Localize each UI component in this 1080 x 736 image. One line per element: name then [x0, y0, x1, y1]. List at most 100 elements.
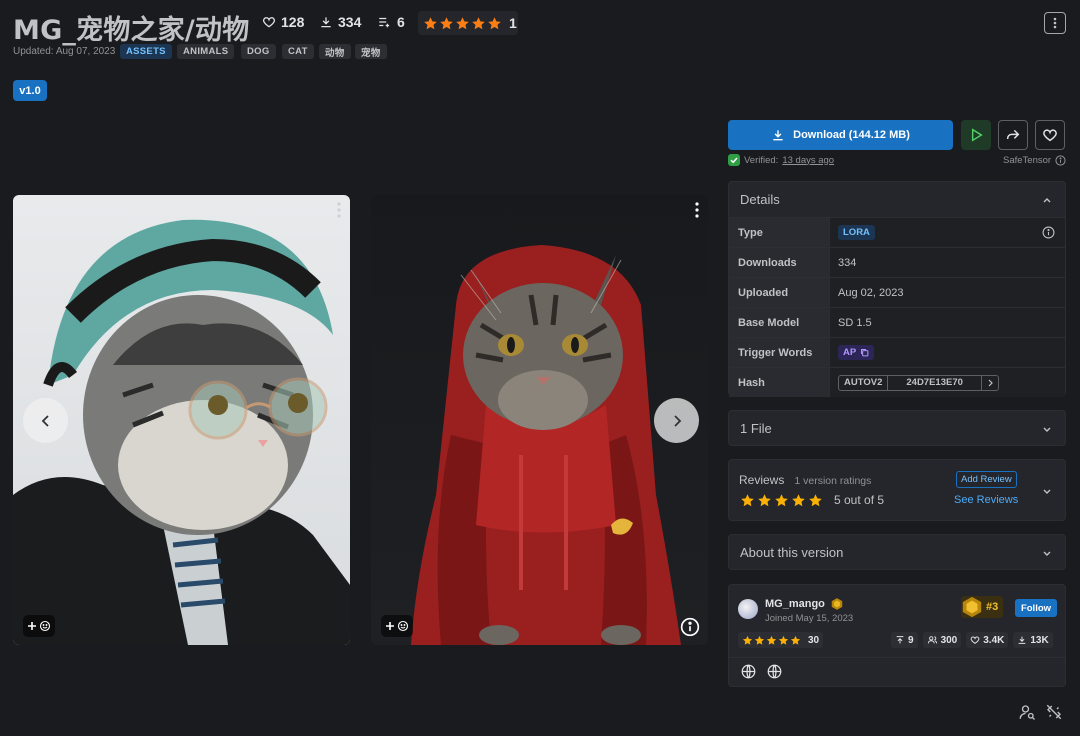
divider: [729, 657, 1065, 658]
files-title: 1 File: [740, 421, 772, 436]
reviews-subtitle: 1 version ratings: [794, 475, 872, 487]
creator-name[interactable]: MG_mango: [765, 598, 825, 610]
download-icon: [1017, 635, 1027, 645]
chevron-down-icon: [1041, 547, 1053, 559]
trigger-word-badge[interactable]: AP: [838, 345, 875, 360]
likes-stat[interactable]: 128: [262, 14, 304, 30]
rating-count: 1: [509, 15, 517, 31]
star-icon: [778, 635, 789, 646]
tag-animals[interactable]: ANIMALS: [177, 44, 235, 59]
creator-rank: #3: [961, 596, 1004, 618]
info-icon[interactable]: [1042, 226, 1055, 239]
about-title: About this version: [740, 545, 844, 560]
add-reaction-button[interactable]: [23, 615, 55, 637]
see-reviews-link[interactable]: See Reviews: [954, 494, 1018, 506]
user-search-icon[interactable]: [1018, 703, 1036, 721]
details-header[interactable]: Details: [729, 182, 1065, 217]
creator-joined: Joined May 15, 2023: [765, 613, 854, 624]
carousel-next-button[interactable]: [654, 398, 699, 443]
download-icon: [771, 128, 785, 142]
smile-icon: [39, 620, 51, 632]
share-button[interactable]: [998, 120, 1028, 150]
chevron-right-icon: [671, 414, 683, 428]
version-badge[interactable]: v1.0: [13, 80, 47, 101]
favorite-button[interactable]: [1035, 120, 1065, 150]
hash-box[interactable]: AUTOV2 24D7E13E70: [838, 374, 999, 391]
followers-count: 300: [940, 634, 958, 646]
plus-icon: [385, 621, 395, 631]
details-row-uploaded: Uploaded Aug 02, 2023: [729, 277, 1065, 307]
verified-status: Verified: 13 days ago: [728, 154, 834, 166]
star-icon: [740, 493, 755, 508]
carousel-prev-button[interactable]: [23, 398, 68, 443]
star-icon: [754, 635, 765, 646]
add-reaction-button[interactable]: [381, 615, 413, 637]
star-icon: [423, 16, 438, 31]
details-row-hash: Hash AUTOV2 24D7E13E70: [729, 367, 1065, 397]
star-icon: [455, 16, 470, 31]
page-title: MG_宠物之家/动物: [13, 15, 250, 46]
tag-cat[interactable]: CAT: [282, 44, 314, 59]
image-info-button[interactable]: [680, 617, 700, 637]
image-options-button[interactable]: [337, 202, 341, 218]
run-button[interactable]: [961, 120, 991, 150]
chevron-down-icon[interactable]: [1041, 485, 1053, 497]
verified-date-link[interactable]: 13 days ago: [782, 155, 834, 166]
files-panel[interactable]: 1 File: [728, 410, 1066, 446]
review-stars: [740, 493, 823, 508]
download-button[interactable]: Download (144.12 MB): [728, 120, 953, 150]
details-row-trigger-words: Trigger Words AP: [729, 337, 1065, 367]
safetensor-label: SafeTensor: [1003, 155, 1066, 166]
safetensor-text: SafeTensor: [1003, 155, 1052, 166]
image-options-button[interactable]: [695, 202, 699, 218]
row-label: Downloads: [729, 248, 830, 277]
review-summary: 5 out of 5: [834, 493, 885, 507]
tag-pet-cn[interactable]: 宠物: [355, 44, 387, 59]
more-menu-button[interactable]: [1044, 12, 1066, 34]
row-label: Type: [729, 218, 830, 247]
row-label: Hash: [729, 368, 830, 397]
creator-likes-stat: 3.4K: [966, 632, 1009, 648]
updated-date: Updated: Aug 07, 2023: [13, 46, 116, 57]
trigger-word-text: AP: [843, 347, 857, 358]
collections-stat[interactable]: 6: [377, 14, 405, 30]
tag-assets[interactable]: ASSETS: [120, 44, 172, 59]
star-icon: [487, 16, 502, 31]
star-icon: [471, 16, 486, 31]
tag-animal-cn[interactable]: 动物: [319, 44, 351, 59]
likes-count: 128: [281, 14, 305, 30]
hash-value: 24D7E13E70: [888, 375, 982, 390]
tag-dog[interactable]: DOG: [241, 44, 276, 59]
avatar[interactable]: [738, 599, 758, 619]
star-icon: [766, 635, 777, 646]
reviews-title: Reviews: [739, 473, 785, 487]
verified-label: Verified:: [744, 154, 779, 166]
creator-downloads-count: 13K: [1030, 634, 1049, 646]
uploads-stat: 9: [891, 632, 918, 648]
globe-icon[interactable]: [767, 664, 782, 679]
details-title: Details: [740, 192, 780, 207]
users-icon: [927, 635, 938, 645]
row-value: 334: [830, 248, 1065, 277]
info-icon: [680, 617, 700, 637]
followers-stat: 300: [922, 632, 962, 648]
downloads-stat: 334: [319, 14, 361, 30]
chevron-right-icon[interactable]: [982, 379, 998, 387]
smile-icon: [397, 620, 409, 632]
heart-icon: [1042, 127, 1058, 143]
about-panel[interactable]: About this version: [728, 534, 1066, 570]
plus-icon: [27, 621, 37, 631]
row-label: Trigger Words: [729, 338, 830, 367]
creator-downloads-stat: 13K: [1013, 632, 1053, 648]
follow-button[interactable]: Follow: [1015, 599, 1057, 617]
copy-icon: [860, 348, 869, 357]
chevron-left-icon: [40, 414, 52, 428]
rating-badge[interactable]: 1: [418, 11, 518, 35]
disconnect-icon[interactable]: [1045, 703, 1063, 721]
dots-vertical-icon: [1053, 17, 1057, 29]
star-icon: [774, 493, 789, 508]
add-review-button[interactable]: Add Review: [956, 471, 1017, 488]
dots-vertical-icon: [695, 202, 699, 218]
info-icon[interactable]: [1055, 155, 1066, 166]
globe-icon[interactable]: [741, 664, 756, 679]
